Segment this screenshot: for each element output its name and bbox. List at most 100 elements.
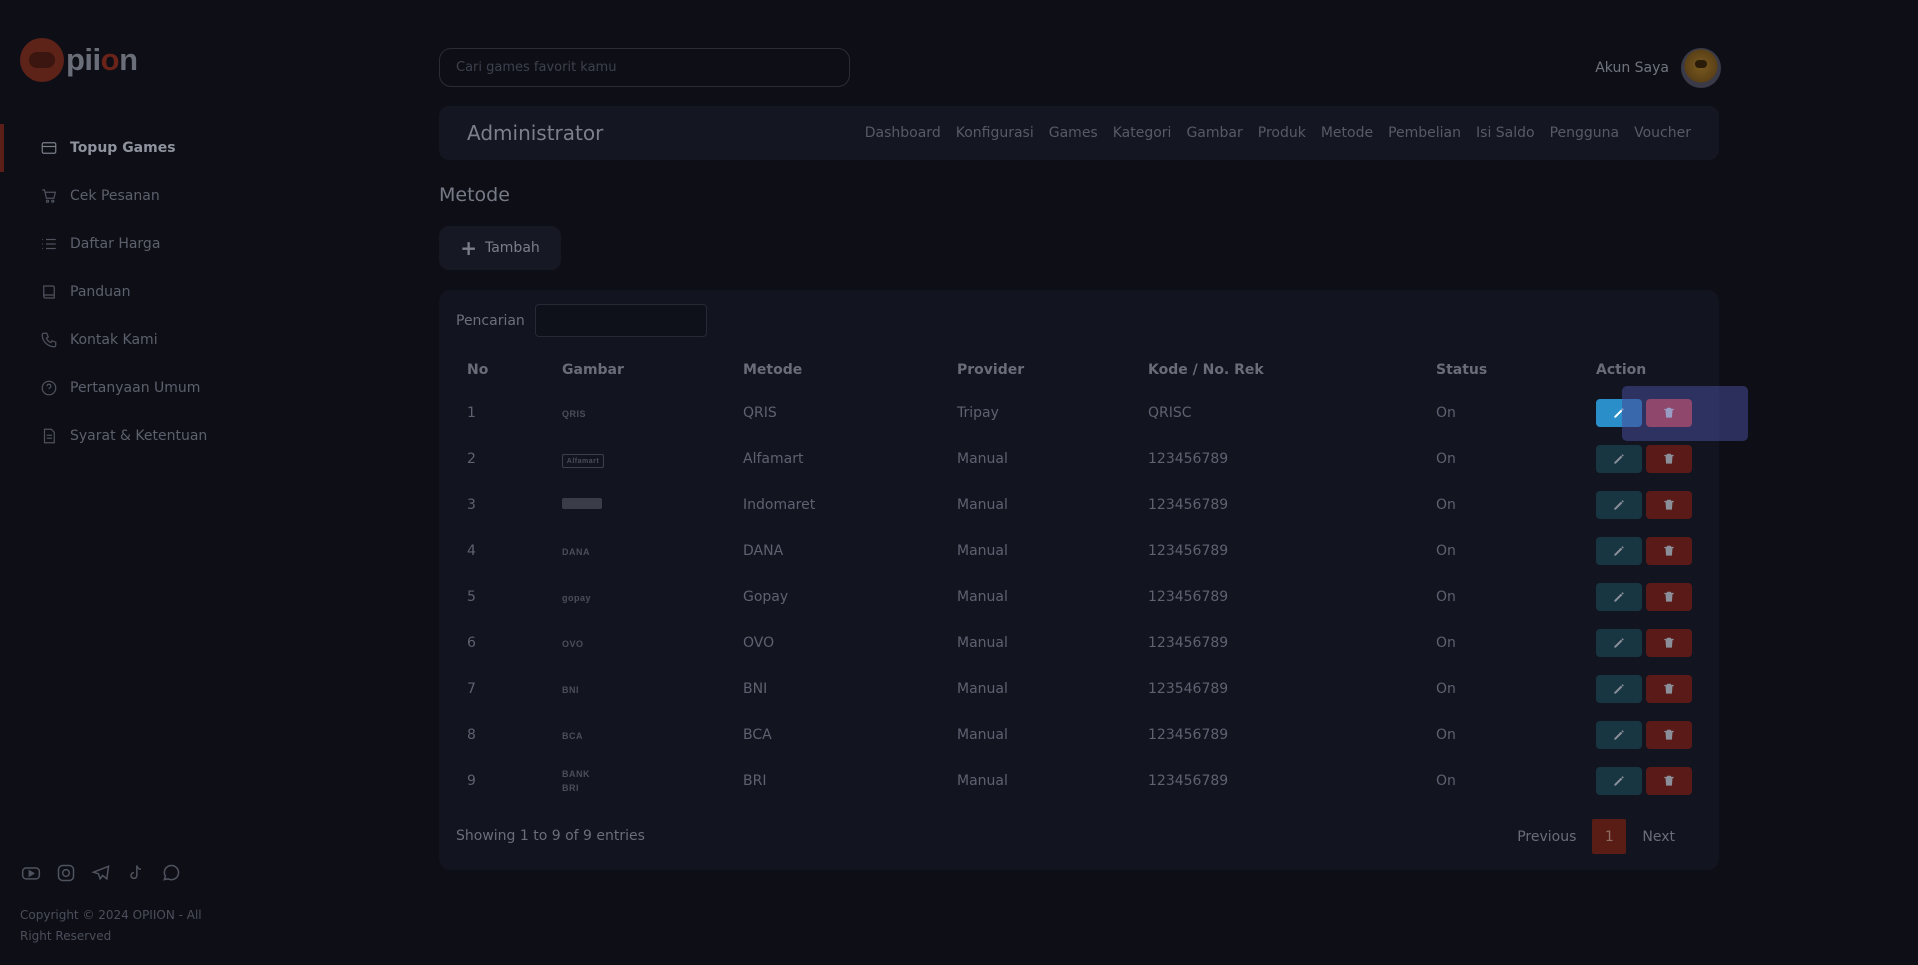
delete-button[interactable] <box>1646 583 1692 611</box>
table-search-row: Pencarian <box>456 304 707 337</box>
cell-action <box>1596 574 1719 620</box>
cell-gambar: OVO <box>562 620 743 666</box>
tiktok-icon[interactable] <box>125 862 147 884</box>
cell-metode: BRI <box>743 773 767 789</box>
delete-button[interactable] <box>1646 491 1692 519</box>
sidebar-item-topup-games[interactable]: Topup Games <box>0 124 420 172</box>
table-search-input[interactable] <box>534 304 707 337</box>
delete-button[interactable] <box>1646 721 1692 749</box>
account-menu[interactable]: Akun Saya <box>1595 48 1721 88</box>
cell-kode: 123456789 <box>1148 773 1229 789</box>
table-row: 7 BNI BNI Manual 123546789 On <box>439 666 1719 712</box>
cart-icon <box>40 187 58 205</box>
delete-button[interactable] <box>1646 767 1692 795</box>
cell-provider: Manual <box>957 727 1008 743</box>
sidebar-item-daftar-harga[interactable]: Daftar Harga <box>0 220 420 268</box>
cell-metode: BNI <box>743 681 768 697</box>
cell-provider: Manual <box>957 635 1008 651</box>
admin-link-voucher[interactable]: Voucher <box>1634 125 1691 141</box>
pagination-page-1[interactable]: 1 <box>1592 819 1627 854</box>
sidebar-item-kontak-kami[interactable]: Kontak Kami <box>0 316 420 364</box>
admin-link-dashboard[interactable]: Dashboard <box>865 125 941 141</box>
cell-provider: Manual <box>957 681 1008 697</box>
edit-button[interactable] <box>1596 583 1642 611</box>
table-row: 2 Alfamart Alfamart Manual 123456789 On <box>439 436 1719 482</box>
admin-link-gambar[interactable]: Gambar <box>1186 125 1242 141</box>
cell-metode: QRIS <box>743 405 777 421</box>
cell-action <box>1596 758 1719 804</box>
whatsapp-icon[interactable] <box>160 862 182 884</box>
pagination-previous[interactable]: Previous <box>1501 829 1592 845</box>
admin-link-isi-saldo[interactable]: Isi Saldo <box>1476 125 1535 141</box>
sidebar-item-pertanyaan-umum[interactable]: Pertanyaan Umum <box>0 364 420 412</box>
cell-kode: QRISC <box>1148 405 1192 421</box>
pagination-next[interactable]: Next <box>1626 829 1691 845</box>
edit-button[interactable] <box>1596 629 1642 657</box>
book-icon <box>40 283 58 301</box>
gamepad-logo-icon <box>20 38 64 82</box>
sidebar-item-syarat-ketentuan[interactable]: Syarat & Ketentuan <box>0 412 420 460</box>
col-header-kode[interactable]: Kode / No. Rek <box>1148 350 1436 390</box>
pencil-icon <box>1612 636 1626 650</box>
table-search-label: Pencarian <box>456 312 525 329</box>
cell-metode: Alfamart <box>743 451 804 467</box>
delete-button[interactable] <box>1646 675 1692 703</box>
telegram-icon[interactable] <box>90 862 112 884</box>
edit-button[interactable] <box>1596 491 1642 519</box>
pencil-icon <box>1612 452 1626 466</box>
search-input[interactable] <box>439 48 850 87</box>
col-header-no[interactable]: No <box>439 350 562 390</box>
edit-button[interactable] <box>1596 721 1642 749</box>
cell-no: 6 <box>467 635 476 651</box>
sidebar-item-cek-pesanan[interactable]: Cek Pesanan <box>0 172 420 220</box>
cell-provider: Manual <box>957 589 1008 605</box>
card-icon <box>40 139 58 157</box>
cell-status: On <box>1436 451 1456 467</box>
cell-kode: 123546789 <box>1148 681 1229 697</box>
trash-icon <box>1662 728 1676 742</box>
trash-icon <box>1662 498 1676 512</box>
cell-kode: 123456789 <box>1148 451 1229 467</box>
trash-icon <box>1662 682 1676 696</box>
edit-button[interactable] <box>1596 537 1642 565</box>
sidebar-nav: Topup Games Cek Pesanan Daftar Harga Pan… <box>0 124 420 460</box>
edit-button[interactable] <box>1596 767 1642 795</box>
cell-no: 1 <box>467 405 476 421</box>
admin-link-pembelian[interactable]: Pembelian <box>1388 125 1461 141</box>
admin-link-konfigurasi[interactable]: Konfigurasi <box>956 125 1034 141</box>
cell-status: On <box>1436 635 1456 651</box>
edit-button[interactable] <box>1596 675 1642 703</box>
col-header-status[interactable]: Status <box>1436 350 1596 390</box>
cell-status: On <box>1436 773 1456 789</box>
brand-logo[interactable]: piion <box>20 38 138 82</box>
col-header-provider[interactable]: Provider <box>957 350 1148 390</box>
col-header-gambar[interactable]: Gambar <box>562 350 743 390</box>
edit-button[interactable] <box>1596 399 1642 427</box>
col-header-metode[interactable]: Metode <box>743 350 957 390</box>
phone-icon <box>40 331 58 349</box>
add-button[interactable]: + Tambah <box>439 226 561 270</box>
youtube-icon[interactable] <box>20 862 42 884</box>
admin-link-metode[interactable]: Metode <box>1321 125 1373 141</box>
delete-button[interactable] <box>1646 399 1692 427</box>
cell-status: On <box>1436 405 1456 421</box>
pencil-icon <box>1612 682 1626 696</box>
edit-button[interactable] <box>1596 445 1642 473</box>
delete-button[interactable] <box>1646 537 1692 565</box>
delete-button[interactable] <box>1646 445 1692 473</box>
admin-link-produk[interactable]: Produk <box>1258 125 1306 141</box>
admin-link-games[interactable]: Games <box>1049 125 1098 141</box>
delete-button[interactable] <box>1646 629 1692 657</box>
payment-logo-image: OVO <box>562 639 584 649</box>
cell-metode: Indomaret <box>743 497 816 513</box>
avatar[interactable] <box>1681 48 1721 88</box>
payment-logo-image: BCA <box>562 731 583 741</box>
table-row: 9 BANK BRI BRI Manual 123456789 On <box>439 758 1719 804</box>
methods-table: No Gambar Metode Provider Kode / No. Rek… <box>439 350 1719 804</box>
instagram-icon[interactable] <box>55 862 77 884</box>
cell-gambar: Alfamart <box>562 436 743 482</box>
admin-link-kategori[interactable]: Kategori <box>1113 125 1172 141</box>
admin-link-pengguna[interactable]: Pengguna <box>1550 125 1620 141</box>
document-icon <box>40 427 58 445</box>
sidebar-item-panduan[interactable]: Panduan <box>0 268 420 316</box>
